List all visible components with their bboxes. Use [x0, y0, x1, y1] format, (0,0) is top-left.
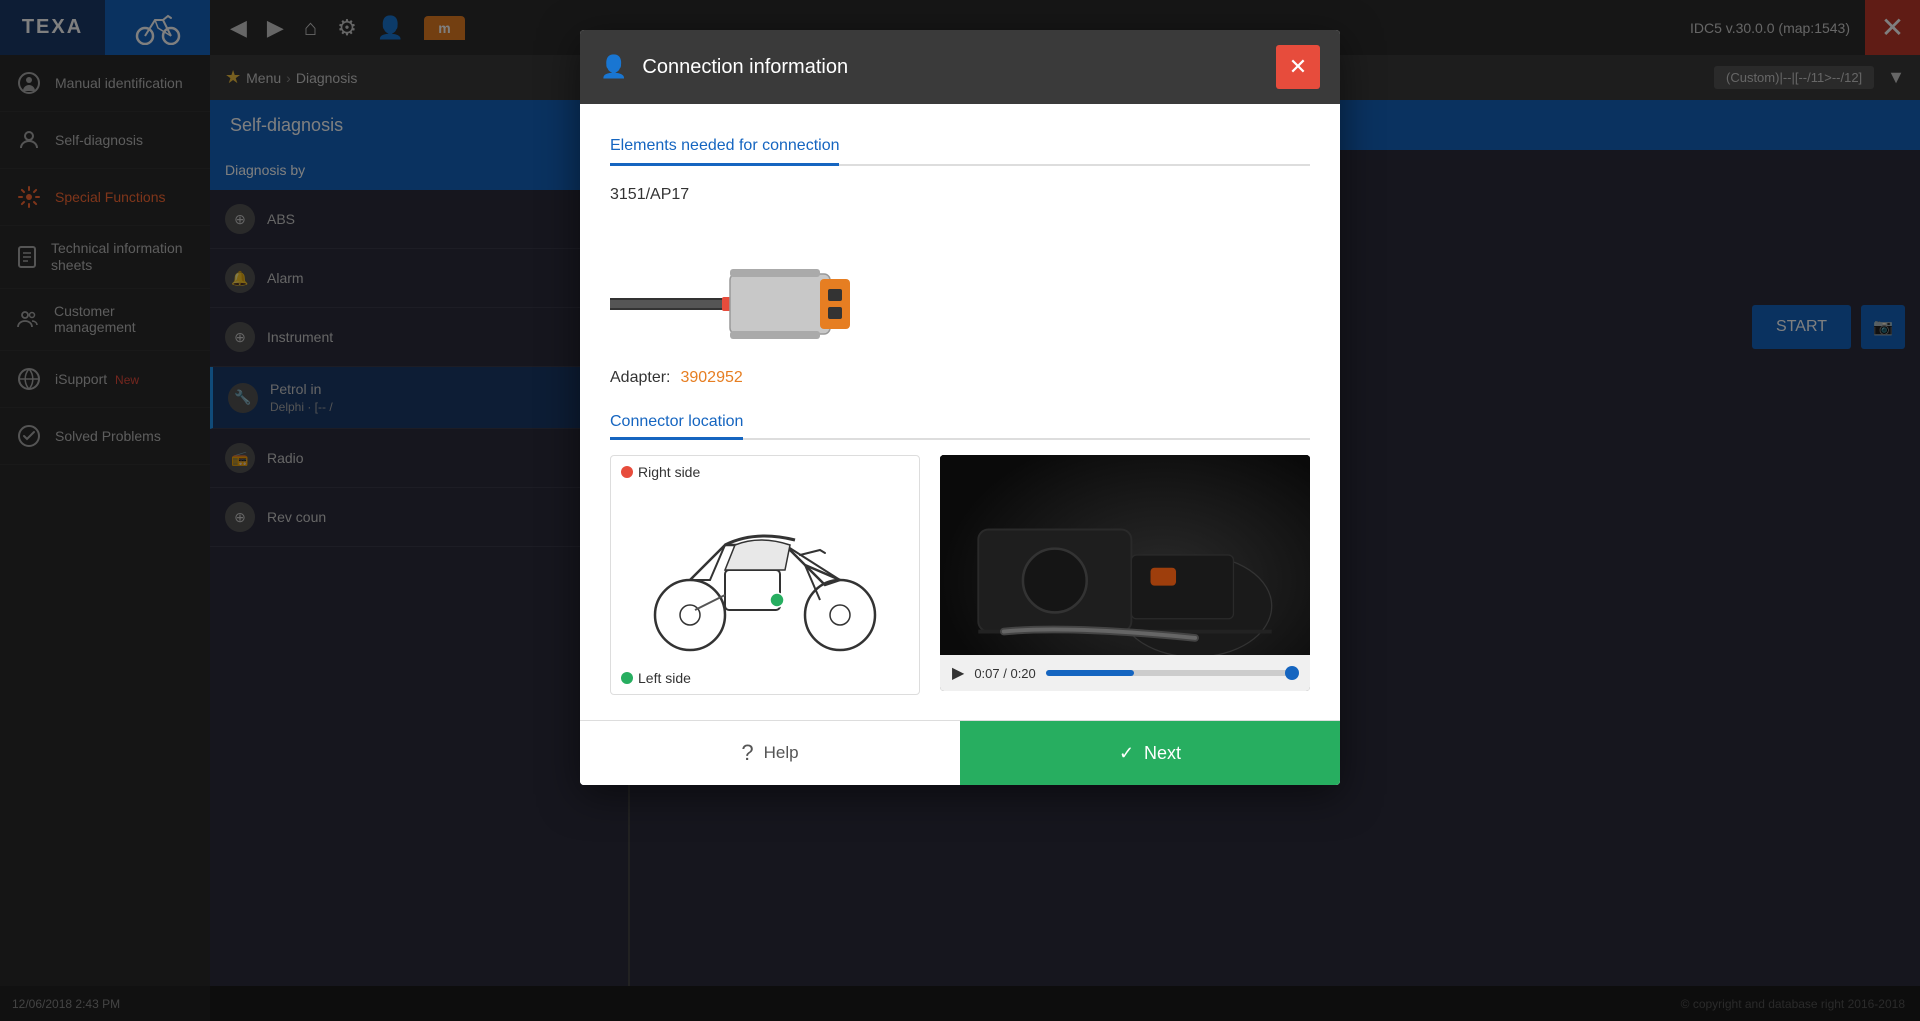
- modal-title: Connection information: [642, 56, 1261, 79]
- right-side-label: Right side: [621, 464, 700, 480]
- adapter-label: Adapter:: [610, 369, 670, 387]
- modal-body: Elements needed for connection 3151/AP17: [580, 104, 1340, 720]
- modal-user-icon: 👤: [600, 54, 627, 80]
- tab-elements[interactable]: Elements needed for connection: [610, 129, 839, 166]
- location-row: Right side: [610, 455, 1310, 695]
- green-dot: [621, 672, 633, 684]
- help-label: Help: [764, 743, 799, 763]
- modal-footer: ? Help ✓ Next: [580, 720, 1340, 785]
- modal-tab-row: Elements needed for connection: [610, 129, 1310, 166]
- part-number: 3151/AP17: [610, 186, 1310, 204]
- red-dot: [621, 466, 633, 478]
- left-side-label: Left side: [621, 670, 691, 686]
- modal-overlay: 👤 Connection information ✕ Elements need…: [0, 0, 1920, 1021]
- help-button[interactable]: ? Help: [580, 721, 960, 785]
- connector-image-area: [610, 219, 1310, 369]
- tab-connector-location[interactable]: Connector location: [610, 407, 743, 440]
- video-progress-dot: [1285, 666, 1299, 680]
- video-progress-fill: [1046, 670, 1134, 676]
- next-check-icon: ✓: [1119, 743, 1134, 764]
- bike-diagram: Right side: [610, 455, 920, 695]
- video-progress-bar[interactable]: [1046, 670, 1298, 676]
- connection-modal: 👤 Connection information ✕ Elements need…: [580, 30, 1340, 785]
- play-button[interactable]: ▶: [952, 663, 964, 683]
- adapter-row: Adapter: 3902952: [610, 369, 1310, 387]
- help-icon: ?: [741, 740, 753, 766]
- bike-diagram-svg: [625, 495, 905, 655]
- video-area: ▶ 0:07 / 0:20: [940, 455, 1310, 691]
- video-thumbnail[interactable]: [940, 455, 1310, 655]
- video-time: 0:07 / 0:20: [974, 666, 1035, 681]
- video-controls: ▶ 0:07 / 0:20: [940, 655, 1310, 691]
- next-button[interactable]: ✓ Next: [960, 721, 1340, 785]
- adapter-number: 3902952: [680, 369, 742, 387]
- connector-svg: [610, 229, 910, 359]
- video-content-svg: [940, 455, 1310, 655]
- next-label: Next: [1144, 743, 1181, 764]
- connector-loc-tab: Connector location: [610, 407, 1310, 440]
- modal-close-button[interactable]: ✕: [1276, 45, 1320, 89]
- modal-header: 👤 Connection information ✕: [580, 30, 1340, 104]
